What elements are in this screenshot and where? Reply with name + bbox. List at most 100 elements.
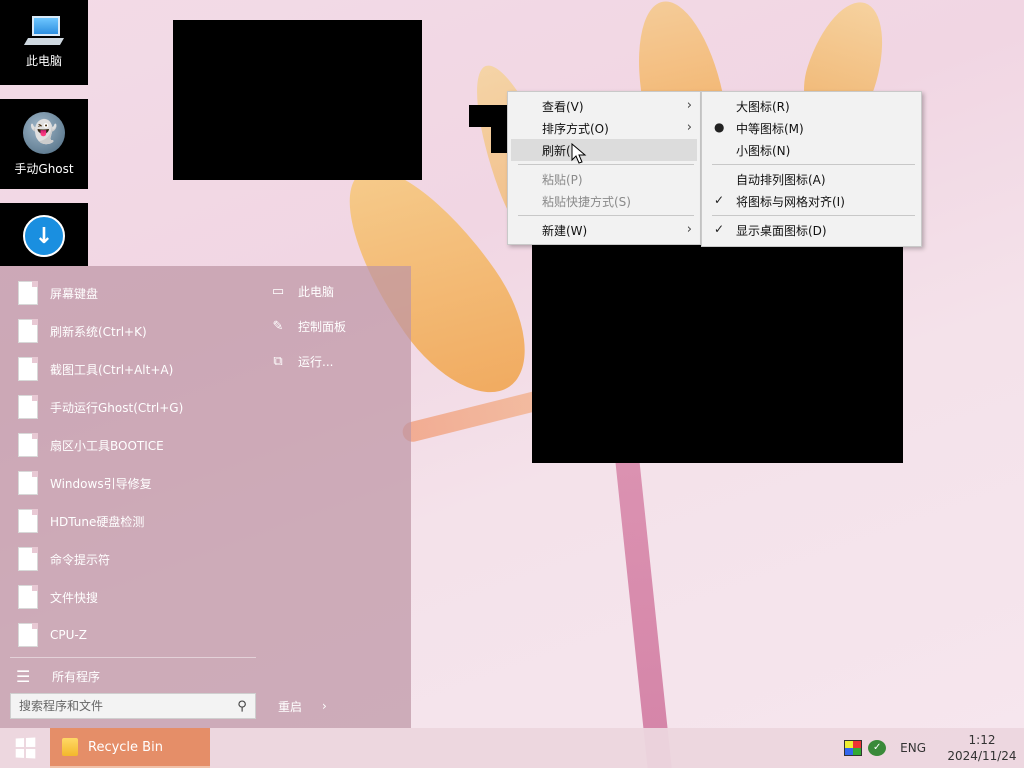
- all-programs-button[interactable]: ☰ 所有程序: [0, 663, 256, 689]
- link-label: 控制面板: [298, 320, 347, 334]
- redacted-region: [173, 20, 422, 180]
- check-icon: ✓: [714, 193, 725, 207]
- submenu-item-align-grid[interactable]: ✓ 将图标与网格对齐(I): [702, 190, 921, 212]
- menu-item-sort[interactable]: 排序方式(O) ›: [508, 117, 700, 139]
- menu-item-label: 大图标(R): [736, 99, 790, 114]
- windows-logo-icon: [15, 737, 36, 759]
- submenu-item-large-icons[interactable]: 大图标(R): [702, 95, 921, 117]
- menu-item-refresh[interactable]: 刷新(: [511, 139, 697, 161]
- program-label: HDTune硬盘检测: [50, 514, 145, 529]
- submenu-item-small-icons[interactable]: 小图标(N): [702, 139, 921, 161]
- menu-item-label: 自动排列图标(A): [736, 172, 826, 187]
- program-item[interactable]: CPU-Z: [0, 616, 256, 654]
- menu-item-label: 小图标(N): [736, 143, 791, 158]
- start-menu: 屏幕键盘 刷新系统(Ctrl+K) 截图工具(Ctrl+Alt+A) 手动运行G…: [0, 266, 411, 728]
- taskbar-item-recycle-bin[interactable]: Recycle Bin: [50, 728, 210, 768]
- menu-item-paste: 粘贴(P): [508, 168, 700, 190]
- display-icon[interactable]: [844, 740, 863, 756]
- program-item[interactable]: 屏幕键盘: [0, 274, 256, 312]
- menu-item-label: 中等图标(M): [736, 121, 804, 136]
- link-label: 运行...: [298, 355, 334, 369]
- download-icon: ↓: [23, 215, 65, 257]
- program-item[interactable]: 命令提示符: [0, 540, 256, 578]
- computer-icon: ▭: [271, 284, 285, 299]
- menu-item-new[interactable]: 新建(W) ›: [508, 219, 700, 241]
- clock[interactable]: 1:12 2024/11/24: [940, 732, 1024, 764]
- menu-separator: [518, 215, 694, 216]
- network-icon[interactable]: ✓: [868, 740, 887, 756]
- start-search-input[interactable]: [11, 694, 229, 718]
- list-icon: ☰: [16, 666, 31, 686]
- document-icon: [18, 547, 38, 571]
- chevron-right-icon: ›: [686, 98, 692, 113]
- program-item[interactable]: 刷新系统(Ctrl+K): [0, 312, 256, 350]
- program-item[interactable]: Windows引导修复: [0, 464, 256, 502]
- document-icon: [18, 585, 38, 609]
- ghost-icon: 👻: [23, 111, 65, 154]
- menu-item-label: 粘贴快捷方式(S): [542, 194, 631, 209]
- restart-label: 重启: [278, 699, 303, 714]
- submenu-item-show-desktop-icons[interactable]: ✓ 显示桌面图标(D): [702, 219, 921, 241]
- chevron-right-icon[interactable]: ›: [322, 699, 327, 713]
- document-icon: [18, 319, 38, 343]
- computer-icon: [23, 16, 65, 46]
- program-label: Windows引导修复: [50, 476, 152, 491]
- redacted-region: [532, 245, 903, 463]
- chevron-right-icon: ›: [686, 222, 692, 237]
- input-language-indicator[interactable]: ENG: [900, 741, 926, 755]
- folder-icon: [62, 738, 78, 756]
- search-icon[interactable]: ⚲: [229, 699, 255, 714]
- desktop-icon-label: 手动Ghost: [14, 161, 74, 176]
- desktop-icon-download[interactable]: ↓: [0, 203, 88, 266]
- program-label: 手动运行Ghost(Ctrl+G): [50, 400, 184, 415]
- menu-item-label: 显示桌面图标(D): [736, 223, 827, 238]
- menu-item-paste-shortcut: 粘贴快捷方式(S): [508, 190, 700, 212]
- menu-item-label: 将图标与网格对齐(I): [736, 194, 845, 209]
- desktop-icon-label: 此电脑: [25, 54, 62, 68]
- document-icon: [18, 509, 38, 533]
- menu-item-view[interactable]: 查看(V) ›: [508, 95, 700, 117]
- desktop-icon-manual-ghost[interactable]: 👻 手动Ghost: [0, 99, 88, 189]
- wrench-icon: ✎: [272, 319, 284, 334]
- start-menu-program-list: 屏幕键盘 刷新系统(Ctrl+K) 截图工具(Ctrl+Alt+A) 手动运行G…: [0, 274, 256, 654]
- desktop-context-menu: 查看(V) › 排序方式(O) › 刷新( 粘贴(P) 粘贴快捷方式(S) 新建(W…: [507, 91, 701, 245]
- chevron-right-icon: ›: [686, 120, 692, 135]
- start-menu-links: ▭ 此电脑 ✎ 控制面板 ⧉ 运行...: [270, 274, 410, 379]
- document-icon: [18, 357, 38, 381]
- program-item[interactable]: 扇区小工具BOOTICE: [0, 426, 256, 464]
- program-label: 扇区小工具BOOTICE: [50, 438, 164, 453]
- desktop-icon-this-pc[interactable]: 此电脑: [0, 0, 88, 85]
- document-icon: [18, 471, 38, 495]
- redacted-region: [469, 105, 509, 127]
- document-icon: [18, 433, 38, 457]
- taskbar: Recycle Bin ✓ ENG 1:12 2024/11/24: [0, 728, 1024, 768]
- restart-button[interactable]: 重启 ›: [278, 693, 327, 719]
- program-item[interactable]: 截图工具(Ctrl+Alt+A): [0, 350, 256, 388]
- menu-separator: [712, 215, 915, 216]
- link-run[interactable]: ⧉ 运行...: [270, 344, 410, 379]
- submenu-item-auto-arrange[interactable]: 自动排列图标(A): [702, 168, 921, 190]
- menu-separator: [518, 164, 694, 165]
- clock-date: 2024/11/24: [947, 749, 1017, 763]
- link-this-pc[interactable]: ▭ 此电脑: [270, 274, 410, 309]
- menu-separator: [712, 164, 915, 165]
- radio-dot-icon: ●: [714, 120, 725, 134]
- clock-time: 1:12: [968, 733, 996, 747]
- menu-item-label: 刷新(: [542, 143, 571, 158]
- mouse-cursor-icon: [571, 143, 587, 164]
- menu-item-label: 粘贴(P): [542, 172, 583, 187]
- program-label: CPU-Z: [50, 628, 87, 642]
- taskbar-item-label: Recycle Bin: [88, 739, 163, 755]
- start-search-box: ⚲: [10, 693, 256, 719]
- program-item[interactable]: 手动运行Ghost(Ctrl+G): [0, 388, 256, 426]
- document-icon: [18, 281, 38, 305]
- program-item[interactable]: 文件快搜: [0, 578, 256, 616]
- view-submenu: 大图标(R) ● 中等图标(M) 小图标(N) 自动排列图标(A) ✓ 将图标与网格…: [701, 91, 922, 247]
- check-icon: ✓: [714, 222, 725, 236]
- document-icon: [18, 623, 38, 647]
- submenu-item-medium-icons[interactable]: ● 中等图标(M): [702, 117, 921, 139]
- link-control-panel[interactable]: ✎ 控制面板: [270, 309, 410, 344]
- menu-item-label: 新建(W): [542, 223, 588, 238]
- start-button[interactable]: [0, 728, 50, 768]
- program-item[interactable]: HDTune硬盘检测: [0, 502, 256, 540]
